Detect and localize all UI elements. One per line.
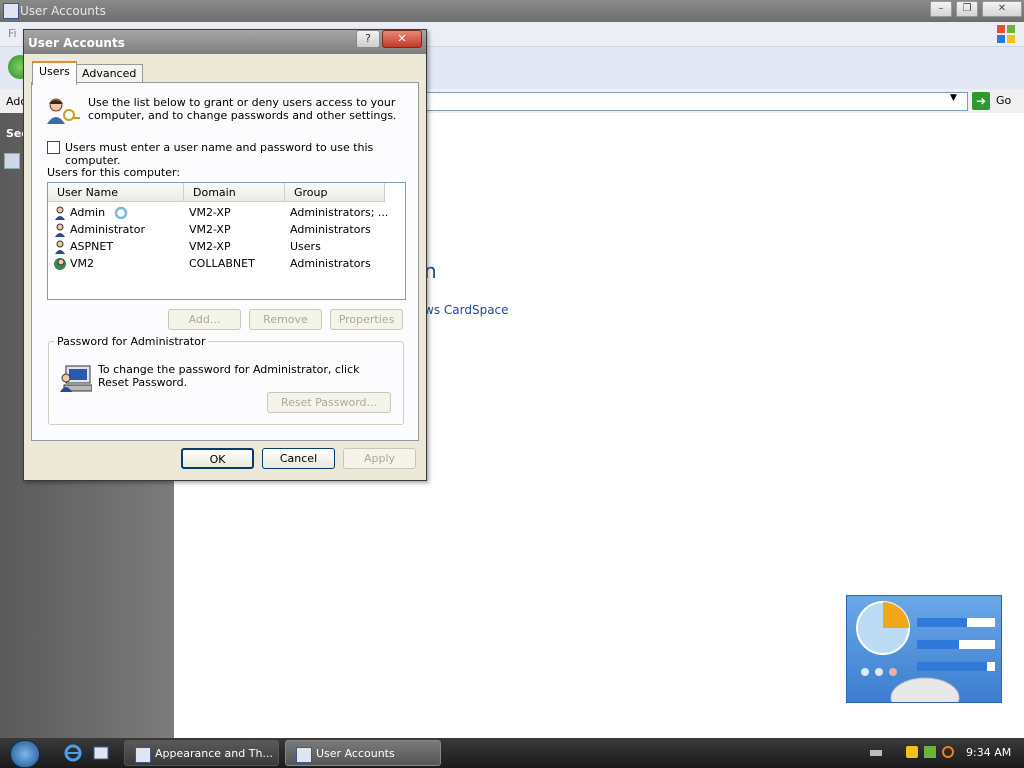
cancel-button[interactable]: Cancel — [262, 448, 335, 469]
password-instructions: To change the password for Administrator… — [98, 363, 360, 389]
system-tray: 9:34 AM — [862, 738, 1024, 768]
busy-cursor-icon — [114, 206, 128, 220]
column-header-group[interactable]: Group — [285, 183, 385, 202]
user-name-cell: ASPNET — [70, 240, 114, 253]
user-name-cell: Admin — [70, 206, 106, 219]
domain-cell: VM2-XP — [189, 223, 231, 236]
maximize-button[interactable]: ❐ — [956, 1, 978, 17]
must-enter-password-label[interactable]: Users must enter a user name and passwor… — [65, 141, 418, 167]
group-cell: Users — [290, 240, 321, 253]
close-window-button[interactable]: ✕ — [982, 1, 1022, 17]
dialog-titlebar[interactable]: User Accounts ? ✕ — [24, 30, 426, 54]
task-user-accounts[interactable]: User Accounts — [285, 740, 441, 766]
show-desktop-icon[interactable] — [92, 744, 110, 762]
group-cell: Administrators — [290, 257, 371, 270]
domain-user-icon — [54, 258, 66, 270]
users-tab-panel: Use the list below to grant or deny user… — [31, 82, 419, 441]
search-icon[interactable] — [942, 746, 954, 758]
tab-advanced[interactable]: Advanced — [75, 64, 144, 84]
user-name-cell: Administrator — [70, 223, 145, 236]
column-header-domain[interactable]: Domain — [184, 183, 285, 202]
minimize-button[interactable]: – — [930, 1, 952, 17]
remove-button[interactable]: Remove — [249, 309, 322, 330]
security-shield-icon[interactable] — [906, 746, 918, 758]
go-arrow-icon: ➜ — [972, 92, 990, 110]
task-label: Appearance and Th... — [155, 747, 273, 760]
column-header-user-name[interactable]: User Name — [48, 183, 184, 202]
windows-flag-icon — [997, 25, 1015, 43]
close-button[interactable]: ✕ — [382, 30, 422, 48]
computer-user-icon — [60, 365, 92, 392]
help-button[interactable]: ? — [356, 30, 380, 48]
network-icon[interactable] — [924, 746, 936, 758]
task-appearance[interactable]: Appearance and Th... — [124, 740, 279, 766]
file-menu[interactable]: Fi — [8, 27, 17, 40]
control-panel-graphic — [846, 595, 1002, 719]
ok-button[interactable]: OK — [181, 448, 254, 469]
start-button[interactable] — [10, 740, 40, 768]
control-panel-icon — [296, 747, 312, 763]
internet-explorer-icon[interactable] — [64, 744, 82, 762]
cardspace-link[interactable]: ws CardSpace — [424, 303, 509, 317]
user-icon — [55, 240, 65, 254]
intro-text: Use the list below to grant or deny user… — [88, 96, 397, 122]
add-button[interactable]: Add... — [168, 309, 241, 330]
properties-button[interactable]: Properties — [330, 309, 403, 330]
keyboard-icon[interactable] — [870, 750, 882, 756]
group-cell: Administrators; ... — [290, 206, 389, 219]
background-window-title: User Accounts — [20, 4, 106, 18]
users-keys-icon — [47, 98, 80, 124]
user-accounts-dialog: User Accounts ? ✕ Users Advanced Use the… — [23, 29, 427, 481]
chevron-down-icon[interactable]: ▼ — [950, 93, 957, 103]
taskbar: Appearance and Th... User Accounts 9:34 … — [0, 738, 1024, 768]
user-icon — [55, 223, 65, 237]
reset-password-button[interactable]: Reset Password... — [267, 392, 391, 413]
background-window-titlebar: User Accounts – ❐ ✕ — [0, 0, 1024, 22]
domain-cell: VM2-XP — [189, 206, 231, 219]
go-button[interactable]: ➜ Go — [972, 92, 1020, 110]
user-name-cell: VM2 — [70, 257, 95, 270]
domain-cell: VM2-XP — [189, 240, 231, 253]
panel-illustration-icon — [856, 601, 995, 719]
users-for-computer-label: Users for this computer: — [47, 166, 181, 179]
go-label: Go — [996, 94, 1012, 107]
task-icon[interactable] — [4, 153, 20, 169]
group-cell: Administrators — [290, 223, 371, 236]
clock[interactable]: 9:34 AM — [966, 746, 1011, 759]
address-input[interactable] — [426, 92, 968, 111]
dialog-title: User Accounts — [28, 36, 125, 50]
control-panel-icon — [3, 3, 19, 19]
control-panel-icon — [135, 747, 151, 763]
tab-users[interactable]: Users — [32, 61, 77, 85]
apply-button[interactable]: Apply — [343, 448, 416, 469]
user-icon — [55, 206, 65, 220]
domain-cell: COLLABNET — [189, 257, 255, 270]
password-group-legend: Password for Administrator — [54, 335, 209, 348]
users-list[interactable]: User Name Domain Group Admin VM2-XP Admi… — [47, 182, 406, 300]
must-enter-password-checkbox[interactable] — [47, 141, 60, 154]
task-label: User Accounts — [316, 747, 395, 760]
